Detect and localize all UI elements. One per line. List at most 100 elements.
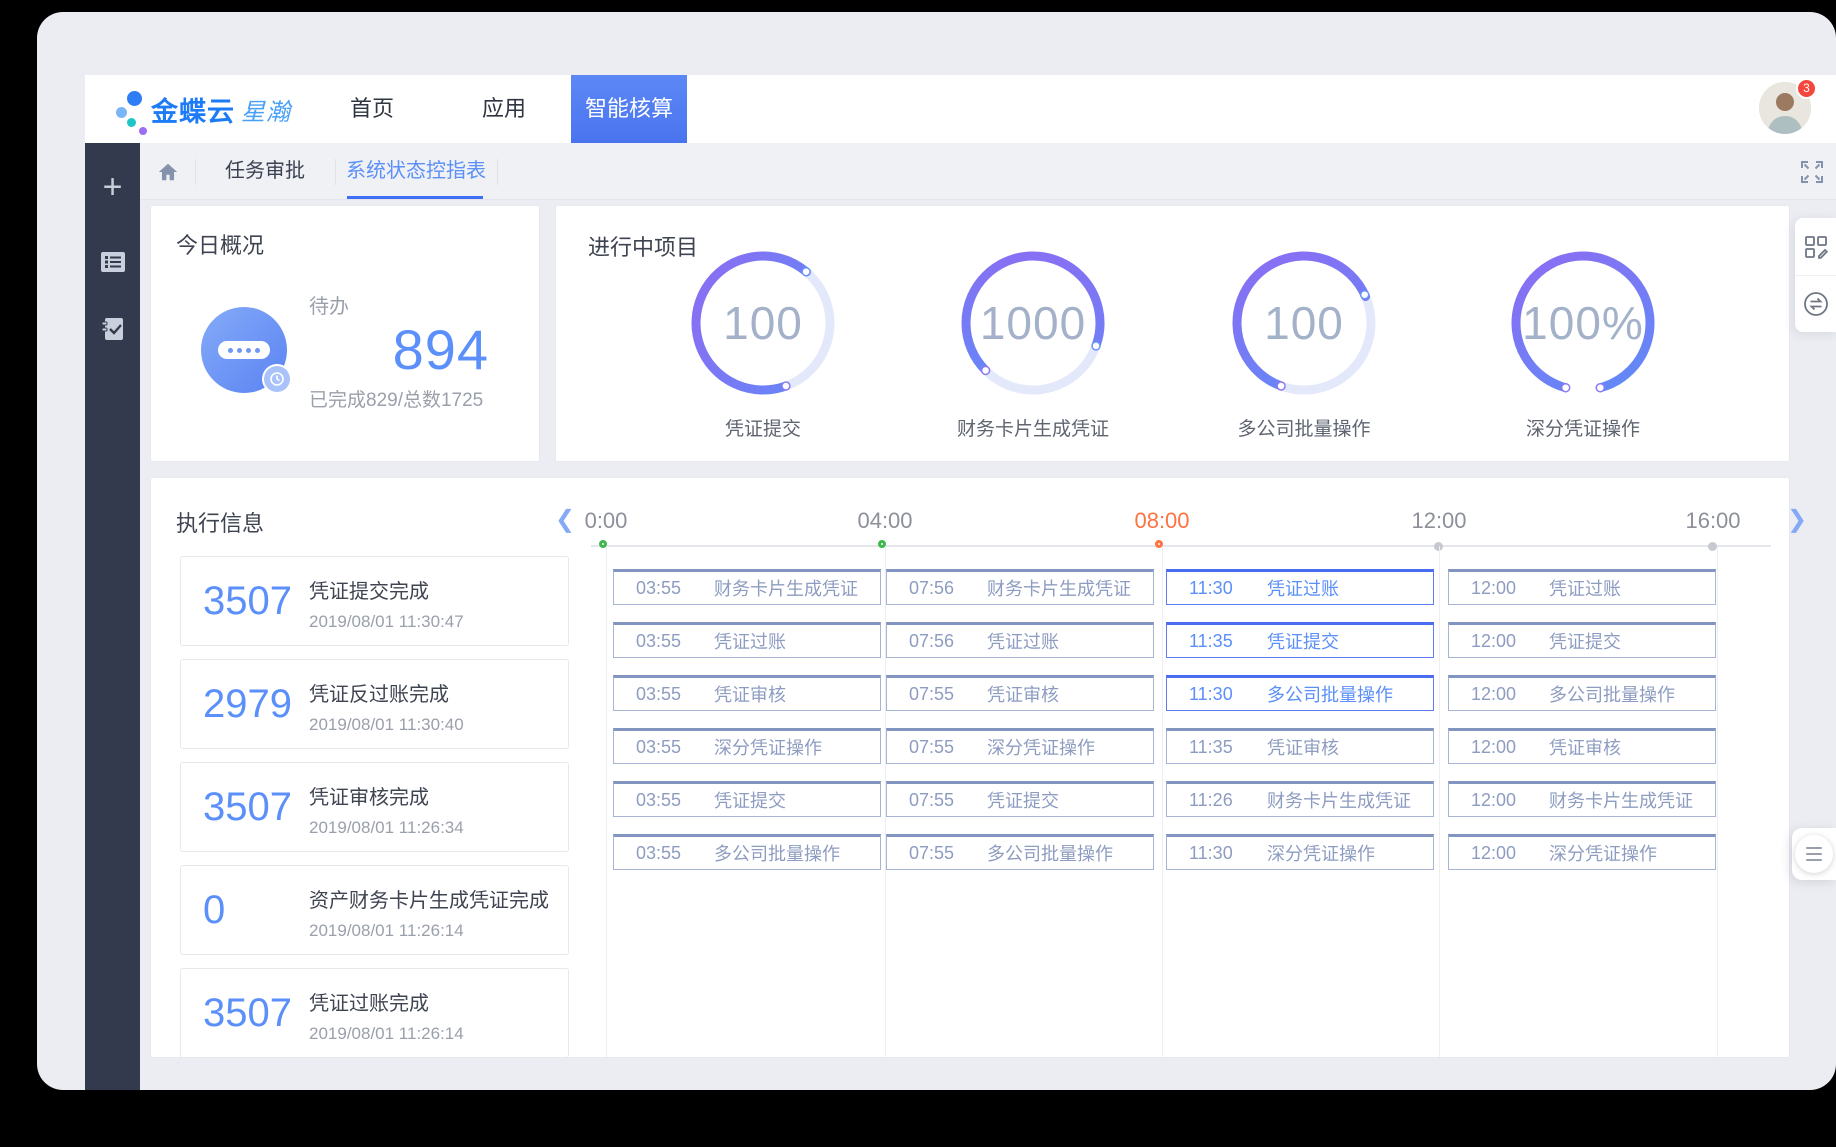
today-card-title: 今日概况 <box>176 228 264 260</box>
execution-item[interactable]: 3507 凭证审核完成 2019/08/01 11:26:34 <box>180 762 569 852</box>
execution-count: 3507 <box>203 579 299 624</box>
gauge-finance-card: 1000 <box>953 243 1113 403</box>
entry-time: 11:30 <box>1167 843 1267 864</box>
clock-icon <box>264 366 290 392</box>
floating-menu-button[interactable] <box>1792 828 1836 880</box>
timeline-entry[interactable]: 03:55多公司批量操作 <box>613 834 881 870</box>
entry-time: 07:56 <box>887 578 987 599</box>
entry-label: 多公司批量操作 <box>1549 681 1715 707</box>
execution-info-card: 执行信息 3507 凭证提交完成 2019/08/01 11:30:47 297… <box>150 477 1790 1058</box>
gauge-value: 1000 <box>953 243 1113 403</box>
execution-name: 资产财务卡片生成凭证完成 <box>309 884 549 913</box>
entry-label: 凭证提交 <box>987 787 1153 813</box>
fullscreen-button[interactable] <box>1798 158 1826 186</box>
entry-label: 财务卡片生成凭证 <box>987 575 1153 601</box>
nav-item-smart-accounting[interactable]: 智能核算 <box>571 75 687 143</box>
timeline-entry[interactable]: 12:00多公司批量操作 <box>1448 675 1716 711</box>
timeline-tick-active: 08:00 <box>1102 508 1222 534</box>
timeline-entry[interactable]: 12:00财务卡片生成凭证 <box>1448 781 1716 817</box>
timeline-entry-highlighted[interactable]: 11:35凭证提交 <box>1166 622 1434 658</box>
entry-label: 深分凭证操作 <box>1267 840 1433 866</box>
timeline-entry[interactable]: 07:56凭证过账 <box>886 622 1154 658</box>
left-sidebar: + <box>85 143 140 1090</box>
nav-item-home[interactable]: 首页 <box>322 75 422 143</box>
entry-time: 03:55 <box>614 843 714 864</box>
gauge-value: 100 <box>683 243 843 403</box>
timeline-entry[interactable]: 11:35凭证审核 <box>1166 728 1434 764</box>
timeline-entry[interactable]: 07:56财务卡片生成凭证 <box>886 569 1154 605</box>
timeline-entry[interactable]: 12:00深分凭证操作 <box>1448 834 1716 870</box>
entry-time: 03:55 <box>614 790 714 811</box>
entry-time: 11:26 <box>1167 790 1267 811</box>
execution-item[interactable]: 0 资产财务卡片生成凭证完成 2019/08/01 11:26:14 <box>180 865 569 955</box>
timeline-entry-highlighted[interactable]: 11:30多公司批量操作 <box>1166 675 1434 711</box>
brand-logo[interactable]: 金蝶云 星瀚 <box>103 75 291 143</box>
add-button[interactable]: + <box>85 169 140 205</box>
execution-count: 3507 <box>203 991 299 1036</box>
side-tool-panel <box>1795 218 1836 332</box>
execution-name: 凭证提交完成 <box>309 575 464 604</box>
timeline-entry[interactable]: 11:26财务卡片生成凭证 <box>1166 781 1434 817</box>
tab-task-approval[interactable]: 任务审批 <box>195 143 335 200</box>
timeline-entry[interactable]: 07:55多公司批量操作 <box>886 834 1154 870</box>
timeline-entry[interactable]: 07:55深分凭证操作 <box>886 728 1154 764</box>
execution-timestamp: 2019/08/01 11:26:14 <box>309 1024 464 1044</box>
active-tab-underline <box>347 196 483 199</box>
approval-book-button[interactable] <box>85 311 140 347</box>
entry-label: 多公司批量操作 <box>1267 681 1433 707</box>
entry-label: 财务卡片生成凭证 <box>714 575 880 601</box>
tab-system-status[interactable]: 系统状态控指表 <box>335 143 497 200</box>
entry-label: 财务卡片生成凭证 <box>1267 787 1433 813</box>
entry-label: 凭证提交 <box>1549 628 1715 654</box>
entry-label: 凭证审核 <box>1549 734 1715 760</box>
timeline-tick: 0:00 <box>546 508 666 534</box>
timeline-entry[interactable]: 12:00凭证提交 <box>1448 622 1716 658</box>
timeline-entry[interactable]: 07:55凭证审核 <box>886 675 1154 711</box>
hamburger-icon[interactable] <box>1795 835 1833 873</box>
gauge-voucher-submit: 100 <box>683 243 843 403</box>
entry-time: 11:35 <box>1167 631 1267 652</box>
dashboard-edit-button[interactable] <box>1795 218 1836 275</box>
timeline-entry[interactable]: 07:55凭证提交 <box>886 781 1154 817</box>
execution-item[interactable]: 3507 凭证提交完成 2019/08/01 11:30:47 <box>180 556 569 646</box>
gauge-value: 100 <box>1224 243 1384 403</box>
entry-time: 07:55 <box>887 843 987 864</box>
home-icon <box>157 161 179 183</box>
execution-timestamp: 2019/08/01 11:26:34 <box>309 818 464 838</box>
timeline-entry[interactable]: 03:55凭证过账 <box>613 622 881 658</box>
timeline-entry[interactable]: 03:55凭证审核 <box>613 675 881 711</box>
execution-name: 凭证反过账完成 <box>309 678 464 707</box>
entry-label: 凭证审核 <box>1267 734 1433 760</box>
execution-item[interactable]: 3507 凭证过账完成 2019/08/01 11:26:14 <box>180 968 569 1058</box>
entry-label: 财务卡片生成凭证 <box>1549 787 1715 813</box>
fullscreen-icon <box>1798 158 1826 186</box>
timeline-entry[interactable]: 03:55财务卡片生成凭证 <box>613 569 881 605</box>
task-list-button[interactable] <box>85 244 140 280</box>
grid-edit-icon <box>1803 234 1829 260</box>
entry-time: 03:55 <box>614 737 714 758</box>
user-avatar[interactable]: 3 <box>1759 82 1813 136</box>
gauge-value: 100% <box>1503 243 1663 403</box>
transfer-button[interactable] <box>1795 275 1836 332</box>
todo-label: 待办 <box>309 290 489 319</box>
timeline-marker-grey[interactable] <box>1708 542 1717 551</box>
execution-item[interactable]: 2979 凭证反过账完成 2019/08/01 11:30:40 <box>180 659 569 749</box>
timeline-next-button[interactable]: ❯ <box>1787 508 1809 532</box>
entry-time: 12:00 <box>1449 684 1549 705</box>
execution-count: 0 <box>203 888 299 933</box>
timeline-tick: 16:00 <box>1653 508 1773 534</box>
timeline-entry[interactable]: 03:55深分凭证操作 <box>613 728 881 764</box>
entry-time: 03:55 <box>614 578 714 599</box>
home-tab-button[interactable] <box>140 143 195 200</box>
timeline-entry[interactable]: 12:00凭证审核 <box>1448 728 1716 764</box>
nav-item-apps[interactable]: 应用 <box>454 75 554 143</box>
execution-name: 凭证过账完成 <box>309 987 464 1016</box>
timeline-entry[interactable]: 12:00凭证过账 <box>1448 569 1716 605</box>
timeline-entry[interactable]: 11:30深分凭证操作 <box>1166 834 1434 870</box>
entry-time: 07:55 <box>887 684 987 705</box>
execution-title: 执行信息 <box>176 506 264 538</box>
entry-label: 凭证提交 <box>714 787 880 813</box>
notification-badge[interactable]: 3 <box>1796 78 1817 99</box>
timeline-entry-highlighted[interactable]: 11:30凭证过账 <box>1166 569 1434 605</box>
timeline-entry[interactable]: 03:55凭证提交 <box>613 781 881 817</box>
